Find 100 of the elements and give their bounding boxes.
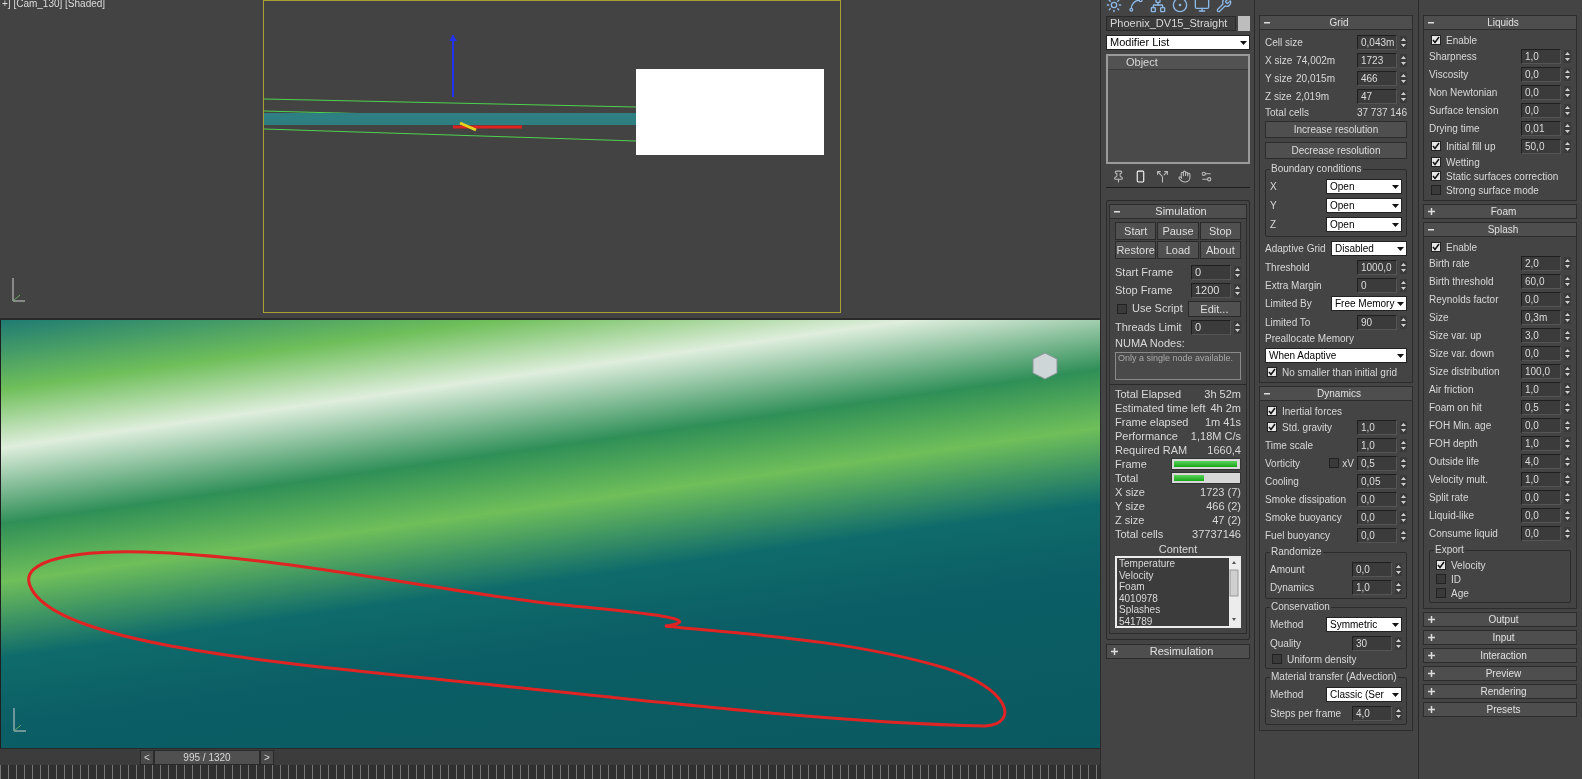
- monitor-icon[interactable]: [1194, 0, 1210, 13]
- number-field[interactable]: 1200: [1191, 282, 1231, 298]
- spinner-arrows-icon[interactable]: [1395, 706, 1402, 720]
- number-field[interactable]: 0,043m: [1357, 34, 1397, 50]
- spinner-arrows-icon[interactable]: [1564, 346, 1571, 360]
- number-field[interactable]: 50,0: [1521, 138, 1561, 154]
- number-field[interactable]: 0,0: [1521, 417, 1561, 433]
- dropdown[interactable]: Open: [1326, 179, 1402, 194]
- number-field[interactable]: 1,0: [1521, 48, 1561, 64]
- checkbox[interactable]: [1267, 367, 1277, 377]
- number-field[interactable]: 0,0: [1357, 527, 1397, 543]
- number-field[interactable]: 1,0: [1521, 435, 1561, 451]
- rollout-header[interactable]: Input: [1423, 630, 1577, 645]
- next-frame-button[interactable]: >: [260, 749, 274, 765]
- number-field[interactable]: 0,0: [1521, 291, 1561, 307]
- number-field[interactable]: 1,0: [1521, 381, 1561, 397]
- dropdown[interactable]: Free Memory: [1331, 296, 1407, 311]
- checkbox[interactable]: [1431, 242, 1441, 252]
- spinner-arrows-icon[interactable]: [1564, 472, 1571, 486]
- number-field[interactable]: 0,0: [1357, 491, 1397, 507]
- simulation-button[interactable]: About: [1199, 241, 1241, 259]
- action-button[interactable]: Decrease resolution: [1265, 142, 1407, 159]
- previous-frame-button[interactable]: <: [140, 749, 154, 765]
- rollout-header[interactable]: Splash: [1423, 222, 1577, 237]
- checkbox[interactable]: [1436, 574, 1446, 584]
- number-field[interactable]: 1,0: [1521, 471, 1561, 487]
- curve-icon[interactable]: [1128, 0, 1144, 13]
- dropdown[interactable]: Symmetric: [1326, 617, 1402, 632]
- number-field[interactable]: 0,0: [1521, 84, 1561, 100]
- number-field[interactable]: 0: [1191, 319, 1231, 335]
- checkbox[interactable]: [1431, 185, 1441, 195]
- number-field[interactable]: 4,0: [1352, 705, 1392, 721]
- simulation-button[interactable]: Stop: [1199, 222, 1241, 240]
- dropdown[interactable]: Open: [1326, 217, 1402, 232]
- number-field[interactable]: 466: [1357, 70, 1397, 86]
- spinner-arrows-icon[interactable]: [1234, 265, 1241, 279]
- checkbox[interactable]: [1436, 588, 1446, 598]
- checkbox[interactable]: [1267, 422, 1277, 432]
- color-swatch[interactable]: [1238, 16, 1250, 31]
- spinner-arrows-icon[interactable]: [1564, 436, 1571, 450]
- number-field[interactable]: 0,05: [1357, 473, 1397, 489]
- pin-icon[interactable]: [1112, 169, 1125, 183]
- settings-icon[interactable]: [1200, 169, 1213, 183]
- spinner-arrows-icon[interactable]: [1400, 35, 1407, 49]
- number-field[interactable]: 1000,0: [1357, 259, 1397, 275]
- dropdown[interactable]: Disabled: [1331, 241, 1407, 256]
- timeline-ruler[interactable]: [0, 765, 1100, 779]
- number-field[interactable]: 0,0: [1521, 489, 1561, 505]
- checkbox[interactable]: [1431, 157, 1441, 167]
- simulation-button[interactable]: Restore: [1115, 241, 1157, 259]
- number-field[interactable]: 0,0: [1357, 509, 1397, 525]
- spinner-arrows-icon[interactable]: [1564, 526, 1571, 540]
- rollout-header[interactable]: Dynamics: [1259, 386, 1413, 401]
- checkbox[interactable]: [1431, 171, 1441, 181]
- number-field[interactable]: 1,0: [1357, 437, 1397, 453]
- spinner-arrows-icon[interactable]: [1400, 53, 1407, 67]
- hand-icon[interactable]: [1178, 169, 1191, 183]
- dropdown[interactable]: When Adaptive: [1265, 348, 1407, 363]
- number-field[interactable]: 3,0: [1521, 327, 1561, 343]
- number-field[interactable]: 0: [1191, 264, 1231, 280]
- number-field[interactable]: 30: [1352, 635, 1392, 651]
- number-field[interactable]: 4,0: [1521, 453, 1561, 469]
- spinner-arrows-icon[interactable]: [1564, 49, 1571, 63]
- simulation-button[interactable]: Load: [1157, 241, 1199, 259]
- rollout-header[interactable]: Liquids: [1423, 15, 1577, 30]
- number-field[interactable]: 1,0: [1357, 419, 1397, 435]
- spinner-arrows-icon[interactable]: [1564, 103, 1571, 117]
- spinner-arrows-icon[interactable]: [1564, 139, 1571, 153]
- rollout-header[interactable]: Resimulation: [1106, 644, 1250, 659]
- checkbox[interactable]: [1329, 458, 1340, 468]
- object-name-field[interactable]: Phoenix_DV15_Straight: [1106, 16, 1236, 31]
- fork-icon[interactable]: [1156, 169, 1169, 183]
- number-field[interactable]: 0,0: [1521, 66, 1561, 82]
- number-field[interactable]: 0: [1357, 277, 1397, 293]
- spinner-arrows-icon[interactable]: [1400, 438, 1407, 452]
- spinner-arrows-icon[interactable]: [1395, 562, 1402, 576]
- checkbox[interactable]: [1117, 303, 1127, 314]
- dropdown[interactable]: Classic (Ser: [1326, 687, 1402, 702]
- spinner-arrows-icon[interactable]: [1400, 492, 1407, 506]
- spinner-arrows-icon[interactable]: [1564, 400, 1571, 414]
- number-field[interactable]: 0,0: [1521, 102, 1561, 118]
- spinner-arrows-icon[interactable]: [1564, 67, 1571, 81]
- rollout-header[interactable]: Foam: [1423, 204, 1577, 219]
- number-field[interactable]: 0,0: [1521, 507, 1561, 523]
- scrollbar-icon[interactable]: [1229, 558, 1239, 626]
- spinner-arrows-icon[interactable]: [1395, 580, 1402, 594]
- edit-button[interactable]: Edit...: [1187, 300, 1241, 317]
- spinner-arrows-icon[interactable]: [1234, 283, 1241, 297]
- view-cube-icon[interactable]: [1030, 350, 1060, 380]
- number-field[interactable]: 0,5: [1521, 399, 1561, 415]
- spinner-arrows-icon[interactable]: [1400, 71, 1407, 85]
- checkbox[interactable]: [1267, 406, 1277, 416]
- spinner-arrows-icon[interactable]: [1400, 420, 1407, 434]
- viewport-label[interactable]: +] [Cam_130] [Shaded]: [2, 0, 106, 11]
- rollout-header[interactable]: Rendering: [1423, 684, 1577, 699]
- checkbox[interactable]: [1431, 141, 1441, 151]
- number-field[interactable]: 1723: [1357, 52, 1397, 68]
- viewport-top[interactable]: +] [Cam_130] [Shaded]: [0, 0, 1100, 320]
- spinner-arrows-icon[interactable]: [1564, 490, 1571, 504]
- number-field[interactable]: 2,0: [1521, 255, 1561, 271]
